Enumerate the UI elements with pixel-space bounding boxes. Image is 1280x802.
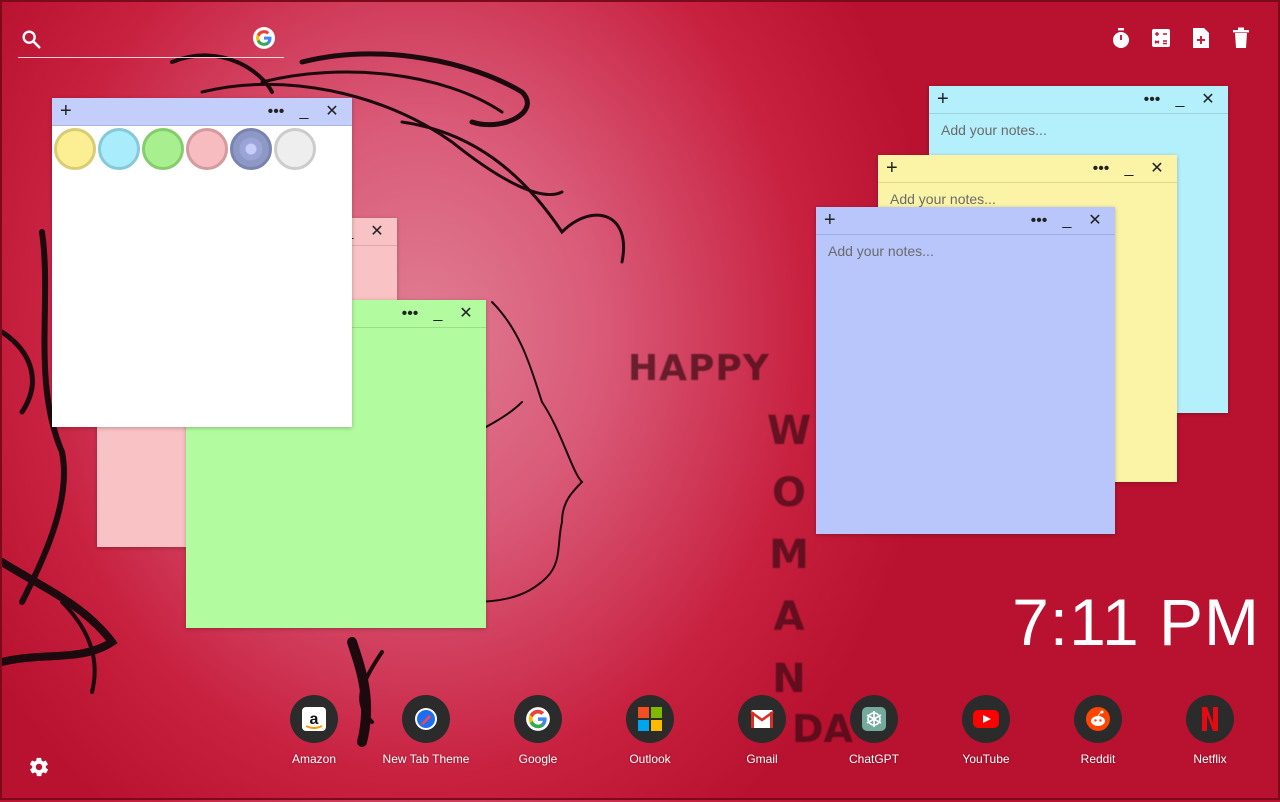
amazon-icon: a [290,695,338,743]
background-text-happy: HAPPY [628,348,770,389]
gear-icon[interactable] [28,756,50,783]
note-minimize-button[interactable]: _ [1166,86,1194,113]
note-close-button[interactable]: ✕ [452,300,480,327]
color-swatch-yellow[interactable] [54,128,96,170]
note-close-button[interactable]: ✕ [1081,207,1109,234]
note-close-button[interactable]: ✕ [1143,155,1171,182]
shortcut-reddit[interactable]: Reddit [1074,695,1186,766]
outlook-icon [626,695,674,743]
color-swatch-green[interactable] [142,128,184,170]
clock-display: 7:11 PM [1012,585,1260,659]
add-note-button[interactable]: + [886,157,898,179]
search-bar[interactable] [18,24,284,58]
gmail-icon [738,695,786,743]
shortcut-label: Reddit [1080,752,1116,766]
color-swatch-white[interactable] [274,128,316,170]
google-icon[interactable] [253,27,275,49]
add-note-button[interactable]: + [60,100,72,122]
shortcut-label: Amazon [291,752,337,766]
shortcut-new-tab-theme[interactable]: New Tab Theme [383,695,514,766]
shortcut-youtube[interactable]: YouTube [962,695,1074,766]
reddit-icon [1074,695,1122,743]
shortcut-label: Netflix [1193,752,1227,766]
note-more-button[interactable]: ••• [396,300,424,327]
sticky-note-white[interactable]: + ••• _ ✕ [52,98,352,427]
note-minimize-button[interactable]: _ [290,98,318,125]
note-close-button[interactable]: ✕ [1194,86,1222,113]
color-swatch-blue-selected[interactable] [230,128,272,170]
shortcut-label: Outlook [629,752,671,766]
note-more-button[interactable]: ••• [262,98,290,125]
search-icon[interactable] [20,28,42,55]
note-more-button[interactable]: ••• [1025,207,1053,234]
shortcut-label: New Tab Theme [382,752,470,766]
trash-icon[interactable] [1230,26,1252,50]
add-note-button[interactable]: + [937,88,949,110]
note-minimize-button[interactable]: _ [1053,207,1081,234]
shortcut-label: Google [518,752,558,766]
netflix-icon [1186,695,1234,743]
timer-icon[interactable] [1110,26,1132,50]
shortcut-outlook[interactable]: Outlook [626,695,738,766]
note-close-button[interactable]: ✕ [318,98,346,125]
shortcut-netflix[interactable]: Netflix [1186,695,1280,766]
calculator-icon[interactable] [1150,26,1172,50]
shortcut-label: Gmail [746,752,778,766]
background-text-woman: W O M A N [766,408,812,702]
note-close-button[interactable]: ✕ [363,218,391,245]
top-toolbar [1110,26,1252,50]
search-input[interactable] [52,28,246,52]
note-minimize-button[interactable]: _ [424,300,452,327]
color-picker [54,128,316,170]
shortcut-google[interactable]: Google [514,695,626,766]
note-more-button[interactable]: ••• [1138,86,1166,113]
note-header: + ••• _ ✕ [52,98,352,126]
color-swatch-cyan[interactable] [98,128,140,170]
note-minimize-button[interactable]: _ [1115,155,1143,182]
chatgpt-icon [850,695,898,743]
color-swatch-pink[interactable] [186,128,228,170]
youtube-icon [962,695,1010,743]
sticky-note-blue[interactable]: + ••• _ ✕ [816,207,1115,534]
new-note-icon[interactable] [1190,26,1212,50]
note-more-button[interactable]: ••• [1087,155,1115,182]
note-text-input[interactable] [826,241,1105,524]
new-tab-theme-icon [402,695,450,743]
add-note-button[interactable]: + [824,209,836,231]
svg-text:a: a [310,711,319,728]
shortcut-gmail[interactable]: Gmail [738,695,850,766]
note-header: + ••• _ ✕ [816,207,1115,235]
note-header: + ••• _ ✕ [929,86,1228,114]
google-icon [514,695,562,743]
app-dock: a Amazon New Tab Theme Google Outlook Gm… [290,695,1280,766]
note-header: + ••• _ ✕ [878,155,1177,183]
shortcut-label: YouTube [962,752,1010,766]
shortcut-chatgpt[interactable]: ChatGPT [848,695,962,766]
shortcut-label: ChatGPT [848,752,899,766]
